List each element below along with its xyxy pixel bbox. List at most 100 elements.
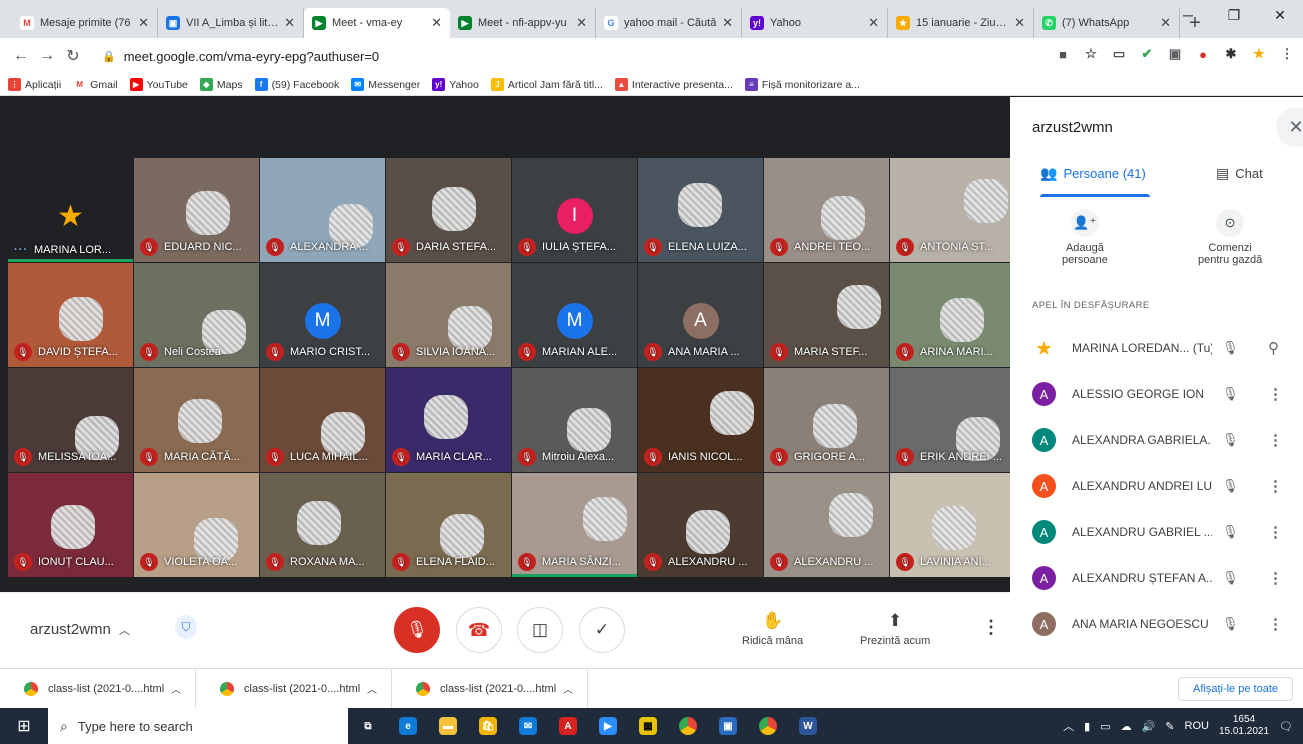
participant-tile[interactable]: 🎙 SILVIA IOANA... [386, 263, 511, 367]
participant-tile[interactable]: 🎙 EDUARD NIC... [134, 158, 259, 262]
puzzle-icon[interactable]: ✱ [1223, 46, 1239, 62]
close-tab-icon[interactable]: ✕ [722, 15, 733, 31]
close-tab-icon[interactable]: ✕ [431, 15, 442, 31]
browser-tab[interactable]: ▣ VII A_Limba și literat ✕ [158, 8, 304, 38]
maximize-button[interactable]: ❐ [1211, 0, 1257, 30]
participant-tile[interactable]: 🎙 ELENA LUIZA... [638, 158, 763, 262]
participant-tile[interactable]: 🎙 ALEXANDRU ... [638, 473, 763, 577]
present-button[interactable]: ⬆ Prezintă acum [860, 611, 930, 647]
raise-hand-button[interactable]: ✋ Ridică mâna [742, 611, 803, 647]
pin-icon[interactable]: ⚲ [1268, 339, 1279, 357]
more-options-icon[interactable]: ⋮ [1268, 569, 1283, 587]
show-all-downloads-button[interactable]: Afișați-le pe toate [1178, 677, 1293, 701]
bookmark-item[interactable]: y! Yahoo [432, 78, 479, 91]
participant-row[interactable]: A ALEXANDRU GABRIEL ... 🎙 ⋮ [1010, 509, 1303, 555]
browser-tab[interactable]: Gyahoo mail - Căută ✕ [596, 8, 742, 38]
bookmark-item[interactable]: ▶ YouTube [129, 78, 188, 91]
network-icon[interactable]: ▭ [1100, 720, 1110, 733]
minimize-button[interactable]: ─ [1165, 0, 1211, 30]
participant-tile[interactable]: ★ ··· MARINA LOR... [8, 158, 133, 262]
mail-icon[interactable]: ✉ [508, 708, 548, 744]
browser-tab[interactable]: ✆ (7) WhatsApp ✕ [1034, 8, 1180, 38]
meeting-code[interactable]: arzust2wmn ︿ [30, 621, 130, 638]
participant-tile[interactable]: 🎙 MARIA STEF... [764, 263, 889, 367]
host-controls-button[interactable]: ⊙ Comenzi pentru gazdă [1198, 209, 1262, 266]
participant-tile[interactable]: 🎙 LUCA MIHAIL... [260, 368, 385, 472]
close-tab-icon[interactable]: ✕ [284, 15, 295, 31]
participant-tile[interactable]: 🎙 DARIA STEFA... [386, 158, 511, 262]
chevron-up-icon[interactable]: ︿ [367, 681, 377, 696]
tab-people[interactable]: 👥 Persoane (41) [1040, 165, 1146, 182]
windows-start-icon[interactable]: ⊞ [0, 708, 48, 744]
notifications-icon[interactable]: 🗨 [1279, 720, 1293, 733]
bookmark-item[interactable]: ✉ Messenger [351, 78, 420, 91]
menu-dots-icon[interactable]: ⋮ [1279, 46, 1295, 62]
add-people-button[interactable]: 👤⁺ Adaugă persoane [1062, 209, 1108, 266]
participant-tile[interactable]: 🎙 Neli Costea [134, 263, 259, 367]
app-icon[interactable]: ▦ [628, 708, 668, 744]
chevron-up-icon[interactable]: ︿ [171, 681, 181, 696]
bookmark-item[interactable]: M Gmail [73, 78, 118, 91]
participant-row[interactable]: ★ MARINA LOREDAN... (Tu) 🎙 ⚲ [1010, 325, 1303, 371]
participant-row[interactable]: A ALEXANDRU ȘTEFAN A... 🎙 ⋮ [1010, 555, 1303, 601]
participant-tile[interactable]: 🎙 MARIA CLAR... [386, 368, 511, 472]
participant-tile[interactable]: 🎙 LAVINIA ANI... [890, 473, 1015, 577]
close-tab-icon[interactable]: ✕ [868, 15, 879, 31]
more-options-icon[interactable]: ⋮ [982, 617, 1000, 638]
participant-row[interactable]: A ALESSIO GEORGE ION 🎙 ⋮ [1010, 371, 1303, 417]
star-bookmark-icon[interactable]: ☆ [1083, 46, 1099, 62]
close-tab-icon[interactable]: ✕ [1014, 15, 1025, 31]
more-options-icon[interactable]: ⋮ [1268, 615, 1283, 633]
participant-tile[interactable]: I 🎙 IULIA ȘTEFA... [512, 158, 637, 262]
bookmark-item[interactable]: ▲ Interactive presenta... [614, 78, 733, 91]
bookmark-item[interactable]: f (59) Facebook [254, 78, 339, 91]
clock[interactable]: 1654 15.01.2021 [1219, 714, 1269, 738]
forward-arrow-icon[interactable]: → [34, 47, 60, 65]
browser-tab[interactable]: y! Yahoo ✕ [742, 8, 888, 38]
download-item[interactable]: class-list (2021-0....html ︿ [0, 668, 196, 709]
participant-tile[interactable]: 🎙 Mitroiu Alexa... [512, 368, 637, 472]
acrobat-icon[interactable]: A [548, 708, 588, 744]
profile-star-icon[interactable]: ★ [1251, 46, 1267, 62]
browser-tab[interactable]: ▶ Meet - nfi-appv-yu ✕ [450, 8, 596, 38]
store-icon[interactable]: 🛍 [468, 708, 508, 744]
participant-tile[interactable]: M 🎙 MARIAN ALE... [512, 263, 637, 367]
cast-icon[interactable]: ▭ [1111, 46, 1127, 62]
volume-icon[interactable]: 🔊 [1142, 720, 1156, 733]
participant-tile[interactable]: 🎙 MARIA CĂTĂ... [134, 368, 259, 472]
camera-button[interactable]: ◫ [517, 607, 563, 653]
close-tab-icon[interactable]: ✕ [138, 15, 149, 31]
more-options-icon[interactable]: ⋮ [1268, 477, 1283, 495]
photos-icon[interactable]: ▣ [708, 708, 748, 744]
participant-tile[interactable]: 🎙 ERIK ANDREI ... [890, 368, 1015, 472]
browser-tab[interactable]: ▶ Meet - vma-ey ✕ [304, 8, 450, 38]
checkmark-button[interactable]: ✓ [579, 607, 625, 653]
taskbar-search-input[interactable]: ⌕ Type here to search [48, 708, 348, 744]
hang-up-button[interactable]: ☎ [456, 607, 502, 653]
camera-icon[interactable]: ■ [1055, 46, 1071, 62]
participant-tile[interactable]: 🎙 ANDREI TEO... [764, 158, 889, 262]
chrome-profile-icon[interactable] [748, 708, 788, 744]
browser-tab[interactable]: ★ 15 ianuarie - Ziua C ✕ [888, 8, 1034, 38]
browser-tab[interactable]: M Mesaje primite (76 ✕ [12, 8, 158, 38]
participant-tile[interactable]: 🎙 MELISSA IOA... [8, 368, 133, 472]
app-extension-icon[interactable]: ▣ [1167, 46, 1183, 62]
participant-tile[interactable]: M 🎙 MARIO CRIST... [260, 263, 385, 367]
close-window-button[interactable]: ✕ [1257, 0, 1303, 30]
participant-tile[interactable]: 🎙 ELENA FLAID... [386, 473, 511, 577]
chevron-up-icon[interactable]: ︿ [1063, 718, 1074, 734]
participant-tile[interactable]: 🎙 MARIA SÂNZI... [512, 473, 637, 577]
download-item[interactable]: class-list (2021-0....html ︿ [196, 668, 392, 709]
back-arrow-icon[interactable]: ← [8, 47, 34, 65]
participant-tile[interactable]: 🎙 IONUȚ CLAU... [8, 473, 133, 577]
participant-tile[interactable]: 🎙 DAVID ȘTEFA... [8, 263, 133, 367]
chevron-up-icon[interactable]: ︿ [563, 681, 573, 696]
more-options-icon[interactable]: ⋮ [1268, 385, 1283, 403]
bookmark-item[interactable]: ◆ Maps [199, 78, 243, 91]
adblock-icon[interactable]: ● [1195, 46, 1211, 62]
more-options-icon[interactable]: ⋮ [1268, 431, 1283, 449]
more-options-icon[interactable]: ⋮ [1268, 523, 1283, 541]
participant-tile[interactable]: 🎙 GRIGORE A... [764, 368, 889, 472]
cloud-icon[interactable]: ☁ [1121, 720, 1132, 733]
pen-icon[interactable]: ✎ [1165, 720, 1174, 733]
